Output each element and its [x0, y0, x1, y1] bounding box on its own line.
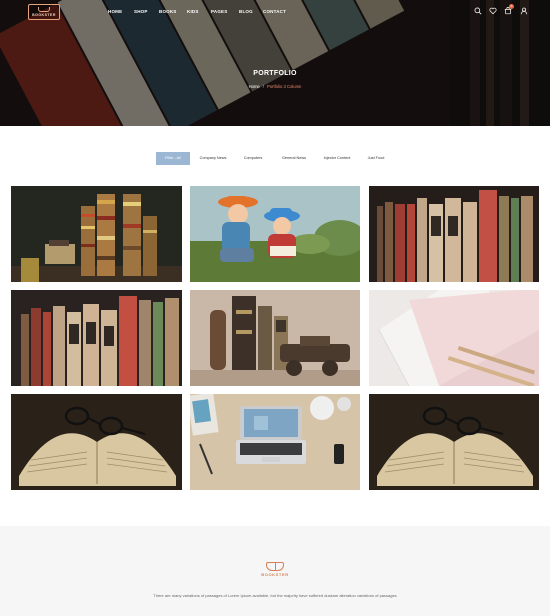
filter-computers[interactable]: Computers	[238, 152, 268, 165]
footer-logo-text: BOOKSTER	[261, 572, 289, 577]
breadcrumb-home-link[interactable]: Home	[249, 84, 260, 89]
breadcrumb-separator: /	[262, 84, 264, 89]
portfolio-grid	[11, 186, 539, 490]
footer-description: There are many variations of passages of…	[153, 593, 397, 598]
breadcrumb: Home / Portfolio 3 Column	[0, 84, 550, 89]
portfolio-item-4[interactable]	[11, 290, 182, 386]
portfolio-item-7[interactable]	[11, 394, 182, 490]
portfolio-item-2[interactable]	[190, 186, 360, 282]
filter-all[interactable]: Filter - All	[156, 152, 190, 165]
portfolio-item-6[interactable]	[369, 290, 539, 386]
open-book-glasses-image	[11, 394, 182, 490]
portfolio-item-5[interactable]	[190, 290, 360, 386]
nav-item-pages[interactable]: PAGES	[211, 9, 227, 14]
hero-banner: BOOKSTER HOME SHOP BOOKS KIDS PAGES BLOG…	[0, 0, 550, 126]
header-icons: 0	[474, 4, 530, 17]
old-books-camera-image	[190, 290, 360, 386]
open-book-glasses-image	[369, 394, 539, 490]
user-icon[interactable]	[520, 7, 528, 15]
filter-injector-content[interactable]: Injector Content	[319, 152, 355, 165]
logo-text: BOOKSTER	[32, 13, 56, 17]
bookshelf-spines-image	[11, 290, 182, 386]
portfolio-item-1[interactable]	[11, 186, 182, 282]
site-logo[interactable]: BOOKSTER	[28, 4, 60, 20]
hero-books-background	[0, 0, 550, 126]
nav-item-contact[interactable]: CONTACT	[263, 9, 286, 14]
portfolio-item-8[interactable]	[190, 394, 360, 490]
heart-icon[interactable]	[489, 7, 497, 15]
laptop-desk-image	[190, 394, 360, 490]
search-icon[interactable]	[474, 7, 482, 15]
book-logo-icon	[266, 562, 284, 571]
nav-item-kids[interactable]: KIDS	[187, 9, 199, 14]
portfolio-item-3[interactable]	[369, 186, 539, 282]
filter-general-news[interactable]: General News	[277, 152, 311, 165]
filter-just-food[interactable]: Just Food	[362, 152, 390, 165]
cart-button[interactable]: 0	[504, 4, 514, 15]
book-logo-icon	[38, 7, 50, 12]
portfolio-item-9[interactable]	[369, 394, 539, 490]
portfolio-filters: Filter - All Company News Computers Gene…	[156, 152, 396, 165]
nav-item-books[interactable]: BOOKS	[159, 9, 177, 14]
page-title: PORTFOLIO	[253, 70, 297, 77]
footer-logo[interactable]: BOOKSTER	[258, 562, 292, 582]
breadcrumb-current: Portfolio 3 Column	[266, 84, 302, 89]
nav-item-shop[interactable]: SHOP	[134, 9, 148, 14]
stacked-books-desk-image	[11, 186, 182, 282]
filter-company-news[interactable]: Company News	[196, 152, 230, 165]
kids-reading-outdoors-image	[190, 186, 360, 282]
site-footer: BOOKSTER There are many variations of pa…	[0, 526, 550, 616]
notebooks-pencils-image	[369, 290, 539, 386]
cart-count-badge: 0	[509, 4, 514, 9]
nav-item-home[interactable]: HOME	[108, 9, 122, 14]
bookshelf-spines-image	[369, 186, 539, 282]
nav-item-blog[interactable]: BLOG	[239, 9, 253, 14]
